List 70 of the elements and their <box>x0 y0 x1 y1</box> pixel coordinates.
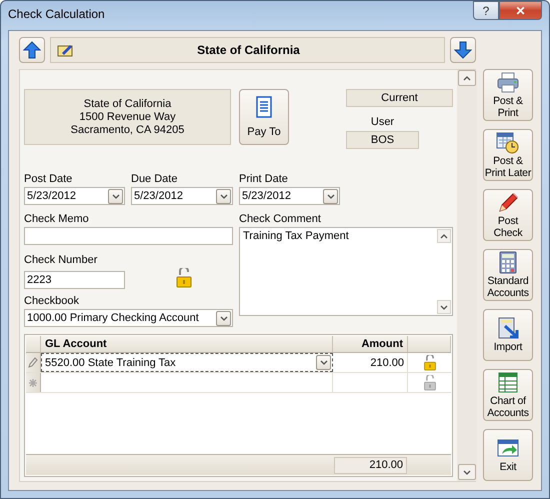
chevron-down-icon <box>462 468 472 476</box>
row-selector[interactable] <box>26 353 41 372</box>
field-label: Post Date <box>24 173 74 186</box>
date-field[interactable]: 5/23/2012 <box>24 187 125 205</box>
chevron-down-icon <box>218 314 228 322</box>
field-label: Checkbook <box>24 295 80 308</box>
column-header: GL Account <box>41 336 333 352</box>
action-button[interactable]: Post & Print <box>483 69 533 121</box>
user-label: User <box>370 116 396 129</box>
user-value: BOS <box>346 131 419 149</box>
action-button[interactable]: Exit <box>483 429 533 481</box>
field-label: Due Date <box>131 173 178 186</box>
down-arrow-icon <box>454 41 472 59</box>
pay-to-button[interactable]: Pay To <box>239 89 289 145</box>
chevron-down-icon <box>326 192 336 200</box>
asterisk-icon <box>28 378 38 388</box>
spreadsheet-icon <box>496 371 520 394</box>
chevron-up-icon <box>439 232 449 240</box>
scroll-up-button[interactable] <box>458 70 476 86</box>
column-header: Amount <box>333 336 408 352</box>
total-amount: 210.00 <box>334 456 407 474</box>
chevron-down-icon <box>439 302 449 312</box>
field-label: Check Memo <box>24 213 90 226</box>
previous-button[interactable] <box>19 37 45 63</box>
payee-name: State of California <box>196 43 301 57</box>
window-title: Check Calculation <box>8 6 105 21</box>
memo-field[interactable] <box>24 227 233 245</box>
up-arrow-icon <box>23 41 41 59</box>
address-line: State of California <box>84 98 172 110</box>
action-button[interactable]: Import <box>483 309 533 361</box>
field-label: Check Comment <box>239 213 322 226</box>
address-line: 1500 Revenue Way <box>79 110 176 124</box>
field-label: Print Date <box>239 173 289 186</box>
chevron-down-icon <box>110 192 120 200</box>
document-icon <box>254 96 274 118</box>
date-field[interactable]: 5/23/2012 <box>239 187 340 205</box>
dropdown-button[interactable] <box>216 188 231 204</box>
action-button[interactable]: Standard Accounts <box>483 249 533 301</box>
import-icon <box>496 317 520 340</box>
chevron-down-icon <box>318 358 328 367</box>
calendar-clock-icon <box>496 131 520 154</box>
edit-card-icon <box>57 42 73 58</box>
action-button[interactable]: Chart of Accounts <box>483 369 533 421</box>
dropdown-button[interactable] <box>108 188 123 204</box>
account-dropdown[interactable]: 5520.00 State Training Tax <box>41 353 333 372</box>
close-button[interactable]: ✕ <box>499 1 542 20</box>
comment-field[interactable]: Training Tax Payment <box>239 227 453 316</box>
next-button[interactable] <box>450 37 476 63</box>
dropdown-button[interactable] <box>316 355 331 370</box>
printer-icon <box>496 71 520 94</box>
dropdown-button[interactable] <box>323 188 338 204</box>
chevron-up-icon <box>462 74 472 82</box>
scroll-down-button[interactable] <box>437 300 451 314</box>
help-button[interactable]: ? <box>473 1 499 20</box>
status-label: Current <box>346 89 453 107</box>
field-label: Check Number <box>24 254 98 267</box>
address-line: Sacramento, CA 94205 <box>70 124 184 136</box>
check-number-field[interactable]: 2223 <box>24 270 125 288</box>
date-field[interactable]: 5/23/2012 <box>131 187 233 205</box>
pencil-icon <box>27 356 39 369</box>
action-button[interactable]: Post & Print Later <box>483 129 533 181</box>
chevron-down-icon <box>218 192 228 200</box>
dropdown-button[interactable] <box>216 310 231 326</box>
scroll-down-button[interactable] <box>458 464 476 480</box>
scrollbar[interactable] <box>457 70 477 481</box>
checkbook-dropdown[interactable]: 1000.00 Primary Checking Account <box>24 309 233 327</box>
pencil-icon <box>496 191 520 214</box>
table-cell: 210.00 <box>333 353 408 372</box>
scroll-up-button[interactable] <box>437 229 451 243</box>
action-button[interactable]: Post Check <box>483 189 533 241</box>
